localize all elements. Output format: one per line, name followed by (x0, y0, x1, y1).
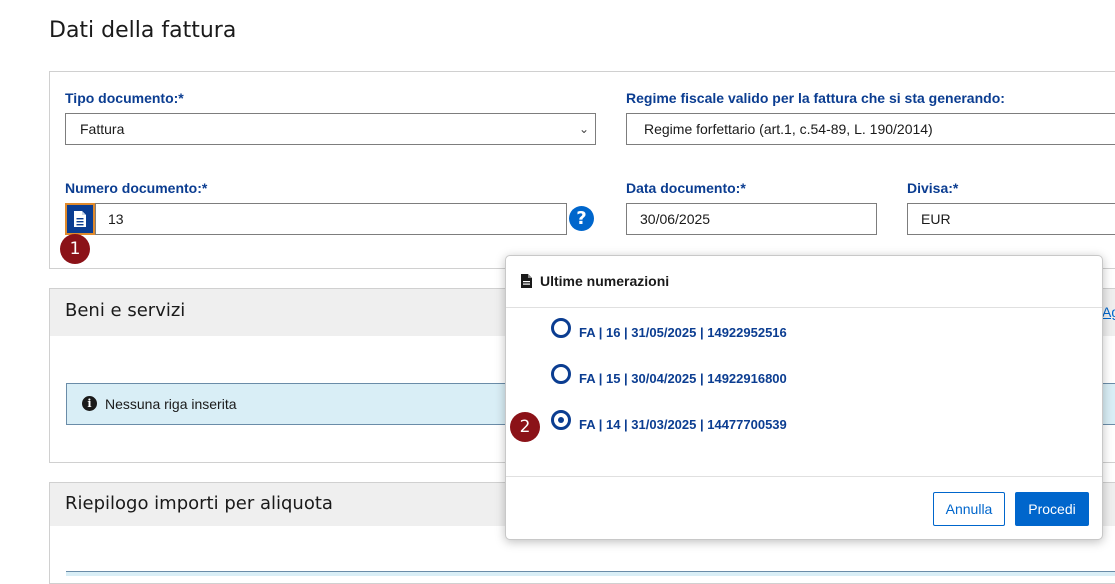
data-documento-label: Data documento:* (626, 180, 746, 196)
latest-numbers-modal: Ultime numerazioni FA | 16 | 31/05/2025 … (505, 255, 1103, 540)
tipo-documento-select[interactable]: Fattura ⌄ (65, 113, 596, 145)
radio-button[interactable] (551, 364, 571, 384)
divisa-value: EUR (921, 211, 951, 227)
page-title: Dati della fattura (49, 18, 237, 43)
regime-fiscale-value: Regime forfettario (art.1, c.54-89, L. 1… (644, 121, 933, 137)
no-rows-text: Nessuna riga inserita (105, 396, 237, 412)
question-circle-icon[interactable]: ? (569, 206, 594, 231)
numero-documento-value: 13 (108, 211, 124, 227)
info-circle-icon: i (82, 396, 97, 411)
numbering-option-label: FA | 14 | 31/03/2025 | 14477700539 (579, 417, 787, 432)
file-icon (521, 274, 532, 288)
modal-footer-divider (506, 476, 1102, 477)
numbering-option-label: FA | 16 | 31/05/2025 | 14922952516 (579, 325, 787, 340)
data-documento-input[interactable]: 30/06/2025 (626, 203, 877, 235)
tipo-documento-label: Tipo documento:* (65, 90, 184, 106)
document-numbering-button[interactable] (65, 203, 95, 235)
tipo-documento-value: Fattura (80, 121, 125, 137)
radio-button-checked[interactable] (551, 410, 571, 430)
modal-title: Ultime numerazioni (540, 273, 670, 289)
riepilogo-alert-edge (66, 571, 1115, 576)
divisa-label: Divisa:* (907, 180, 959, 196)
step-badge-2: 2 (510, 412, 540, 442)
data-documento-value: 30/06/2025 (640, 211, 711, 227)
divisa-input[interactable]: EUR (907, 203, 1115, 235)
add-row-link[interactable]: Ag (1102, 304, 1115, 320)
chevron-down-icon: ⌄ (578, 122, 589, 136)
cancel-button[interactable]: Annulla (933, 492, 1005, 526)
file-lines-icon (74, 211, 86, 227)
radio-button[interactable] (551, 318, 571, 338)
numbering-option-label: FA | 15 | 30/04/2025 | 14922916800 (579, 371, 787, 386)
step-badge-1: 1 (60, 234, 90, 264)
numero-documento-input[interactable]: 13 (95, 203, 567, 235)
regime-fiscale-field[interactable]: Regime forfettario (art.1, c.54-89, L. 1… (626, 113, 1115, 145)
modal-header: Ultime numerazioni (506, 256, 1102, 308)
proceed-button[interactable]: Procedi (1015, 492, 1089, 526)
numero-documento-label: Numero documento:* (65, 180, 208, 196)
regime-fiscale-label: Regime fiscale valido per la fattura che… (626, 90, 1005, 106)
